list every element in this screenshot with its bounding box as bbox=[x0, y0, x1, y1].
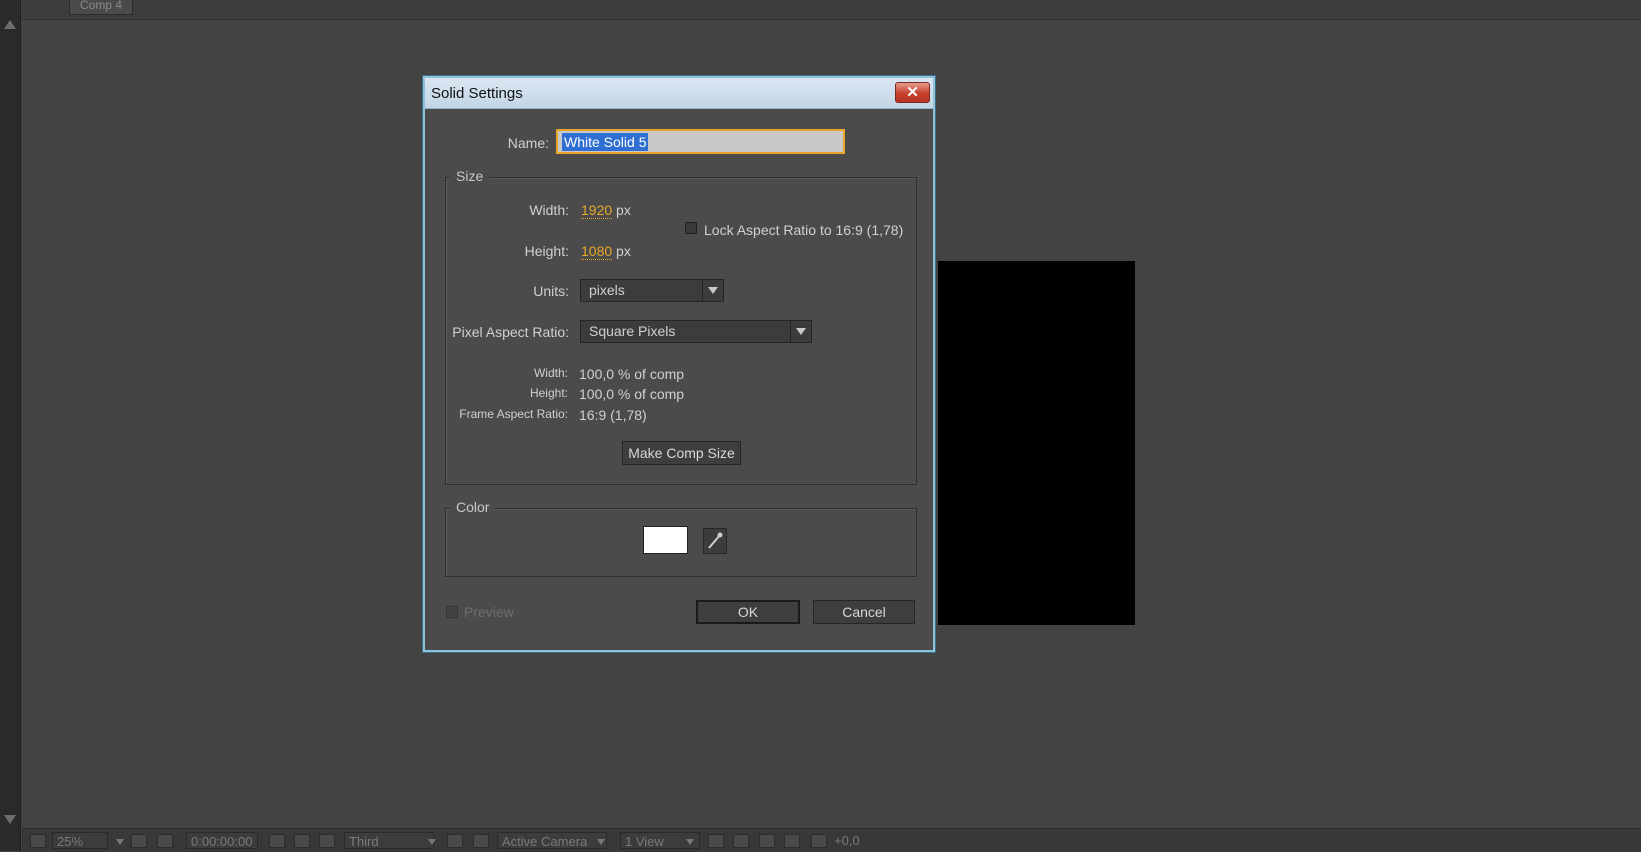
resolution-value: Third bbox=[349, 834, 379, 849]
flowchart-icon[interactable] bbox=[784, 834, 800, 848]
eyedropper-icon bbox=[708, 532, 723, 549]
ok-button[interactable]: OK bbox=[696, 600, 800, 624]
viewer-controls-bar: 25% 0:00:00:00 Third Active Camera 1 Vie… bbox=[22, 828, 1641, 852]
size-group-legend: Size bbox=[450, 168, 490, 184]
pixel-aspect-ratio-dropdown[interactable]: Square Pixels bbox=[580, 320, 812, 343]
info-frame-aspect-label: Frame Aspect Ratio: bbox=[459, 407, 568, 421]
info-height-label: Height: bbox=[529, 386, 568, 400]
name-input[interactable]: White Solid 5 bbox=[556, 129, 845, 154]
units-label: Units: bbox=[533, 283, 569, 299]
height-label: Height: bbox=[524, 243, 569, 259]
view-layout-chevron-down-icon[interactable] bbox=[686, 839, 694, 845]
scroll-down-arrow-icon[interactable] bbox=[4, 815, 16, 824]
grid-guide-icon[interactable] bbox=[131, 834, 147, 848]
width-unit: px bbox=[616, 202, 631, 218]
pixel-aspect-toggle-icon[interactable] bbox=[708, 834, 724, 848]
eyedropper-button[interactable] bbox=[703, 528, 727, 554]
pixel-aspect-ratio-label: Pixel Aspect Ratio: bbox=[452, 324, 569, 340]
solid-settings-dialog: Solid Settings ✕ Name: White Solid 5 Siz… bbox=[423, 76, 935, 652]
name-input-value: White Solid 5 bbox=[562, 133, 649, 151]
units-value: pixels bbox=[589, 282, 625, 298]
name-label: Name: bbox=[507, 135, 549, 151]
always-preview-icon[interactable] bbox=[30, 834, 46, 848]
mask-visibility-icon[interactable] bbox=[157, 834, 173, 848]
units-dropdown[interactable]: pixels bbox=[580, 279, 724, 302]
make-comp-size-button[interactable]: Make Comp Size bbox=[622, 441, 741, 465]
camera-dropdown[interactable]: Active Camera bbox=[497, 832, 607, 849]
transparency-grid-icon[interactable] bbox=[473, 834, 489, 848]
timecode-field[interactable]: 0:00:00:00 bbox=[186, 832, 258, 849]
dialog-titlebar[interactable]: Solid Settings ✕ bbox=[425, 78, 933, 109]
width-value[interactable]: 1920 bbox=[581, 202, 613, 219]
left-panel-scrollbar[interactable] bbox=[0, 0, 21, 851]
width-label: Width: bbox=[529, 202, 569, 218]
scroll-up-arrow-icon[interactable] bbox=[4, 20, 16, 29]
lock-aspect-label[interactable]: Lock Aspect Ratio to 16:9 (1,78) bbox=[704, 222, 903, 238]
height-unit: px bbox=[616, 243, 631, 259]
height-value[interactable]: 1080 bbox=[581, 243, 613, 260]
close-button[interactable]: ✕ bbox=[895, 82, 930, 103]
zoom-chevron-down-icon[interactable] bbox=[116, 839, 124, 845]
timecode-value: 0:00:00:00 bbox=[191, 834, 253, 849]
height-field[interactable]: 1080 px bbox=[581, 243, 631, 260]
resolution-dropdown[interactable]: Third bbox=[344, 832, 434, 849]
timeline-icon[interactable] bbox=[759, 834, 775, 848]
zoom-dropdown[interactable]: 25% bbox=[52, 832, 108, 849]
pixel-aspect-ratio-value: Square Pixels bbox=[589, 323, 676, 339]
width-field[interactable]: 1920 px bbox=[581, 202, 631, 219]
snapshot-camera-icon[interactable] bbox=[269, 834, 285, 848]
viewer-tab-strip: Comp 4 bbox=[22, 0, 1641, 20]
show-snapshot-person-icon[interactable] bbox=[294, 834, 310, 848]
fast-previews-icon[interactable] bbox=[733, 834, 749, 848]
tab-comp[interactable]: Comp 4 bbox=[69, 0, 134, 15]
color-swatch[interactable] bbox=[643, 526, 688, 554]
units-chevron-down-icon[interactable] bbox=[702, 280, 723, 301]
camera-value: Active Camera bbox=[502, 834, 588, 849]
zoom-value: 25% bbox=[57, 834, 84, 849]
pixel-aspect-ratio-chevron-down-icon[interactable] bbox=[790, 321, 811, 342]
preview-checkbox[interactable] bbox=[446, 606, 458, 618]
info-height-value: 100,0 % of comp bbox=[579, 386, 685, 402]
channel-rgb-icon[interactable] bbox=[319, 834, 335, 848]
view-layout-value: 1 View bbox=[625, 834, 664, 849]
lock-aspect-checkbox[interactable] bbox=[685, 222, 697, 234]
close-icon: ✕ bbox=[906, 84, 919, 101]
preview-label: Preview bbox=[464, 604, 514, 620]
composition-frame bbox=[938, 261, 1135, 625]
exposure-value[interactable]: +0,0 bbox=[834, 832, 860, 849]
resolution-chevron-down-icon[interactable] bbox=[428, 839, 436, 845]
reset-exposure-icon[interactable] bbox=[811, 834, 827, 848]
info-width-label: Width: bbox=[533, 366, 568, 380]
region-of-interest-icon[interactable] bbox=[447, 834, 463, 848]
color-group-legend: Color bbox=[450, 499, 496, 515]
info-width-value: 100,0 % of comp bbox=[579, 366, 685, 382]
dialog-title: Solid Settings bbox=[431, 85, 523, 102]
cancel-button[interactable]: Cancel bbox=[813, 600, 915, 624]
info-frame-aspect-value: 16:9 (1,78) bbox=[579, 407, 647, 423]
camera-chevron-down-icon[interactable] bbox=[597, 839, 605, 845]
